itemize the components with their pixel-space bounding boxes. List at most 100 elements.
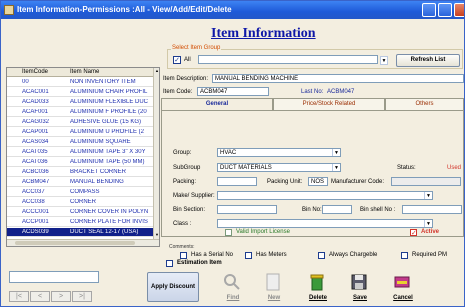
previous-record-button[interactable]: < <box>30 291 50 302</box>
item-description-field[interactable]: MANUAL BENDING MACHINE <box>212 74 464 83</box>
general-tab-panel: Group: HVAC ▼ SubGroup DUCT MATERIALS ▼ … <box>161 110 464 237</box>
column-item-code[interactable]: ItemCode <box>22 69 48 75</box>
has-meters-checkbox[interactable] <box>245 252 252 259</box>
next-record-button[interactable]: > <box>51 291 71 302</box>
status-label: Status: <box>397 165 416 171</box>
tab-others[interactable]: Others <box>385 98 464 110</box>
table-row[interactable]: ACCC001 CORNER COVER IN POLYN <box>7 208 153 217</box>
all-groups-label: All <box>184 57 191 63</box>
has-serial-checkbox[interactable] <box>180 252 187 259</box>
last-record-button[interactable]: >| <box>72 291 92 302</box>
maximize-button[interactable] <box>438 3 452 17</box>
delete-button[interactable]: Delete <box>298 272 338 304</box>
active-label: Active <box>421 229 440 235</box>
refresh-list-button[interactable]: Refresh List <box>396 54 460 67</box>
class-combo[interactable]: ▼ <box>217 219 433 228</box>
table-row[interactable]: ACAT035 ALUMINIUM TAPE 3" X 30Y <box>7 148 153 157</box>
cell-item-name: COMPASS <box>70 189 100 195</box>
chevron-down-icon[interactable]: ▼ <box>332 164 340 171</box>
cancel-button[interactable]: Cancel <box>383 272 423 304</box>
item-description-label: Item Description: <box>163 76 209 82</box>
table-row[interactable]: ACAS034 ALUMINIUM SQUARE <box>7 138 153 147</box>
cell-item-name: ADHESIVE GLUE (15 KG) <box>70 119 142 125</box>
save-button[interactable]: Save <box>340 272 380 304</box>
item-code-field[interactable]: ACBM047 <box>197 87 269 96</box>
table-row[interactable]: ACBC036 BRACKET CORNER <box>7 168 153 177</box>
cell-item-code: ACAC001 <box>22 89 49 95</box>
cell-item-name: NON INVENTORY ITEM <box>70 79 136 85</box>
group-combo[interactable]: HVAC ▼ <box>217 148 341 157</box>
bin-section-field[interactable] <box>217 205 277 214</box>
cell-item-code: ACBC036 <box>22 169 49 175</box>
table-row[interactable]: ACAG032 ADHESIVE GLUE (15 KG) <box>7 118 153 127</box>
required-pm-label: Required PM <box>412 252 448 258</box>
items-grid[interactable]: ItemCode Item Name 00 NON INVENTORY ITEM A… <box>6 67 160 247</box>
cell-item-name: DUCT SEAL 12-17 (USA) <box>70 229 139 235</box>
table-row[interactable]: ACBM047 MANUAL BENDING <box>7 178 153 187</box>
cell-item-code: ACAT035 <box>22 149 48 155</box>
subgroup-combo[interactable]: DUCT MATERIALS ▼ <box>217 163 341 172</box>
scroll-thumb[interactable] <box>15 241 135 245</box>
cell-item-code: ACCC001 <box>22 209 50 215</box>
chevron-down-icon[interactable]: ▼ <box>424 220 432 227</box>
group-value: HVAC <box>220 150 237 156</box>
cell-item-name: ALUMINIUM TAPE 3" X 30Y <box>70 149 146 155</box>
new-button[interactable]: New <box>254 272 294 304</box>
find-button[interactable]: Find <box>213 272 253 304</box>
apply-discount-button[interactable]: Apply Discount <box>147 272 199 302</box>
table-row[interactable]: ACAF001 ALUMINIUM F PROFILE (20 <box>7 108 153 117</box>
grid-horizontal-scrollbar[interactable] <box>7 239 159 246</box>
packing-unit-field[interactable]: NOS <box>308 177 328 186</box>
table-row[interactable]: ACAD033 ALUMINIUM FLEXIBLE DUC <box>7 98 153 107</box>
column-item-name[interactable]: Item Name <box>70 69 99 75</box>
table-row[interactable]: ACCP001 CORNER PLATE FOR INVIS <box>7 218 153 227</box>
item-code-label: Item Code: <box>163 89 193 95</box>
cell-item-name: ALUMINIUM U PROFILE (2 <box>70 129 145 135</box>
table-row[interactable]: ACAC001 ALUMINIUM CHAIR PROFIL <box>7 88 153 97</box>
first-record-button[interactable]: |< <box>9 291 29 302</box>
active-checkbox[interactable]: ✓ <box>410 229 417 237</box>
cell-item-code: ACAP001 <box>22 129 49 135</box>
scroll-up-icon[interactable]: ▲ <box>154 68 160 74</box>
minimize-button[interactable] <box>422 3 436 17</box>
estimation-item-checkbox[interactable] <box>166 260 173 267</box>
cell-item-name: ALUMINIUM FLEXIBLE DUC <box>70 99 149 105</box>
table-row[interactable]: ACC038 CORNER <box>7 198 153 207</box>
grid-header: ItemCode Item Name <box>7 68 159 77</box>
subgroup-value: DUCT MATERIALS <box>220 165 272 171</box>
find-icon <box>224 274 240 290</box>
search-input[interactable] <box>9 271 99 283</box>
subgroup-label: SubGroup <box>173 165 201 171</box>
table-row[interactable]: ACAT036 ALUMINIUM TAPE (50 MM) <box>7 158 153 167</box>
all-groups-checkbox[interactable]: ✓ <box>173 56 181 64</box>
new-icon <box>266 273 280 291</box>
table-row[interactable]: ACC037 COMPASS <box>7 188 153 197</box>
chevron-down-icon[interactable]: ▼ <box>332 149 340 156</box>
cell-item-code: ACDS039 <box>22 229 49 235</box>
table-row[interactable]: ▶ ACDS039 DUCT SEAL 12-17 (USA) <box>7 228 153 237</box>
chevron-down-icon[interactable]: ▼ <box>380 56 388 65</box>
cell-item-code: ACC038 <box>22 199 45 205</box>
tab-price-stock[interactable]: Price/Stock Related <box>273 98 385 110</box>
table-row[interactable]: ACAP001 ALUMINIUM U PROFILE (2 <box>7 128 153 137</box>
item-group-combo[interactable] <box>198 55 378 64</box>
manufacturer-code-field[interactable] <box>391 177 461 186</box>
required-pm-checkbox[interactable] <box>401 252 408 259</box>
cancel-icon <box>394 276 410 288</box>
bin-no-field[interactable] <box>322 205 352 214</box>
cell-item-code: ACBM047 <box>22 179 50 185</box>
valid-import-checkbox[interactable] <box>225 229 232 236</box>
bin-shell-no-label: Bin shell No : <box>360 207 396 213</box>
scroll-down-icon[interactable]: ▼ <box>154 232 160 238</box>
cell-item-code: ACAG032 <box>22 119 50 125</box>
packing-field[interactable] <box>217 177 257 186</box>
always-chargeable-checkbox[interactable] <box>318 252 325 259</box>
valid-import-label: Valid Import License <box>236 229 290 235</box>
chevron-down-icon[interactable]: ▼ <box>424 192 432 199</box>
bin-shell-no-field[interactable] <box>402 205 462 214</box>
cell-item-name: CORNER PLATE FOR INVIS <box>70 219 148 225</box>
make-supplier-combo[interactable]: ▼ <box>217 191 433 200</box>
grid-vertical-scrollbar[interactable]: ▲ ▼ <box>153 68 159 246</box>
close-button[interactable] <box>454 3 464 17</box>
table-row[interactable]: 00 NON INVENTORY ITEM <box>7 78 153 87</box>
